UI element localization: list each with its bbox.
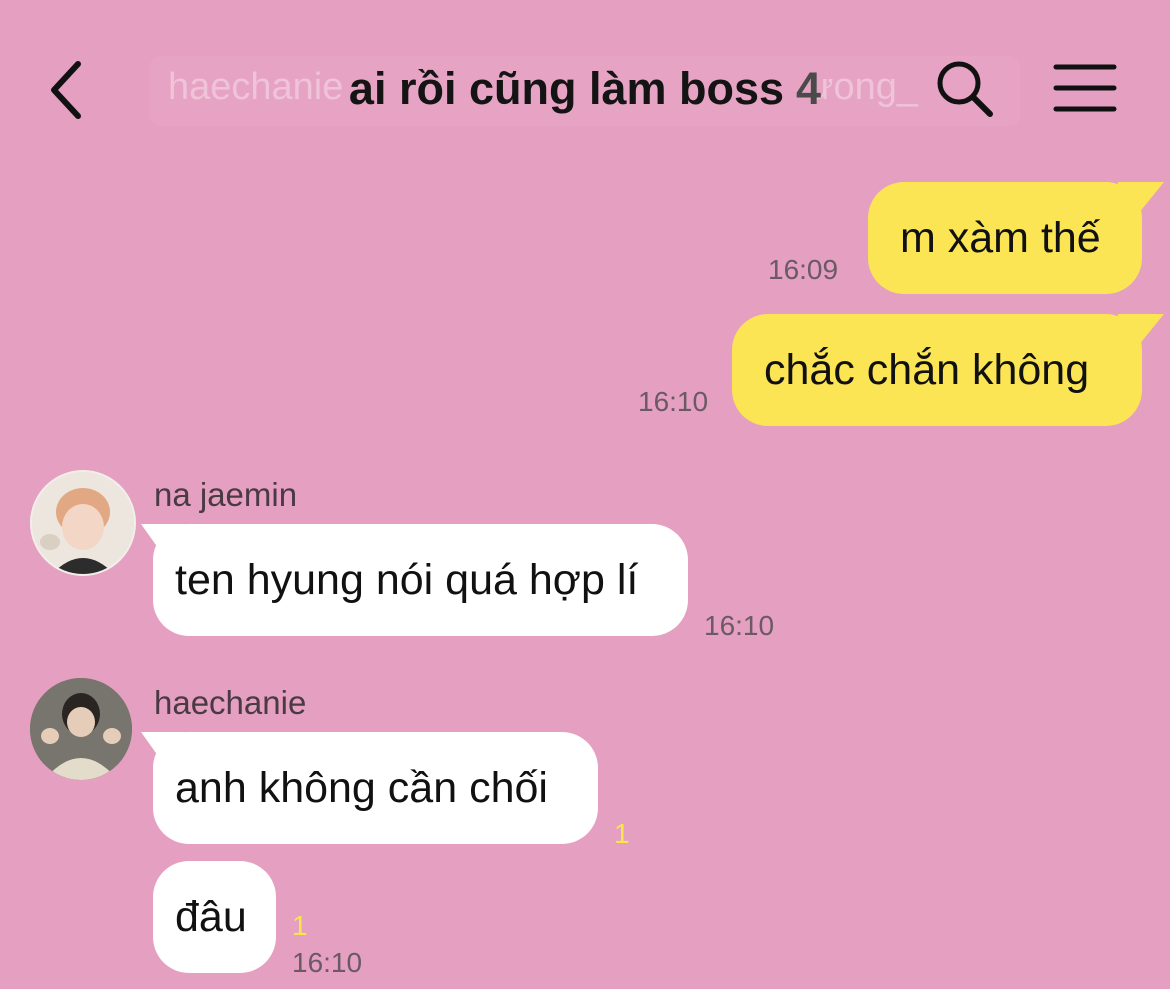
message-bubble-received[interactable]: đâu — [153, 861, 276, 973]
search-icon — [937, 61, 993, 117]
avatar-image — [30, 678, 132, 780]
message-time: 16:10 — [704, 610, 775, 641]
hamburger-menu-icon — [1053, 64, 1117, 112]
member-count: 4 — [796, 63, 822, 114]
menu-button[interactable] — [1052, 62, 1118, 114]
message-bubble-sent[interactable]: chắc chắn không — [732, 314, 1142, 426]
sender-name: na jaemin — [154, 476, 298, 513]
unread-count: 1 — [292, 910, 308, 941]
message-text: ten hyung nói quá hợp lí — [175, 556, 639, 604]
message-text: chắc chắn không — [764, 346, 1090, 394]
chat-title-text: ai rồi cũng làm boss — [348, 63, 785, 114]
avatar-haechanie[interactable] — [30, 678, 132, 780]
message-text: đâu — [175, 893, 247, 941]
message-text: m xàm thế — [900, 214, 1101, 262]
message-text: anh không cần chối — [175, 764, 548, 812]
unread-count: 1 — [614, 818, 630, 849]
message-bubble-received[interactable]: ten hyung nói quá hợp lí — [153, 524, 688, 636]
message-time: 16:09 — [768, 254, 839, 285]
message-bubble-received[interactable]: anh không cần chối — [153, 732, 598, 844]
message-time: 16:10 — [638, 386, 709, 417]
message-bubble-sent[interactable]: m xàm thế — [868, 182, 1142, 294]
avatar-image — [32, 472, 134, 574]
message-time: 16:10 — [292, 947, 363, 978]
avatar-na-jaemin[interactable] — [30, 470, 136, 576]
sender-name: haechanie — [154, 684, 307, 721]
search-button[interactable] — [934, 58, 996, 120]
